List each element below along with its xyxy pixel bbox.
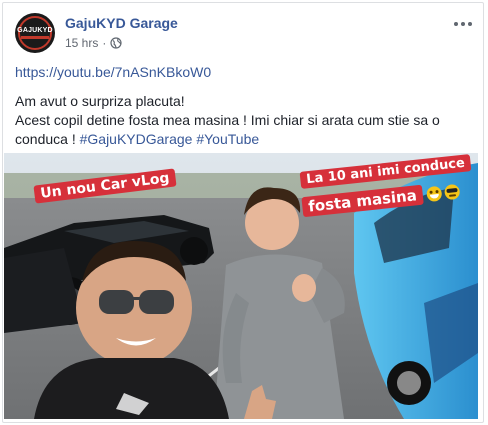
page-name-link[interactable]: GajuKYD Garage (65, 15, 178, 31)
globe-icon[interactable] (110, 37, 122, 49)
hashtag-gajukydgarage[interactable]: #GajuKYDGarage (80, 131, 193, 147)
post-body: https://youtu.be/7nASnKBkoW0 Am avut o s… (15, 63, 475, 149)
post-message: Am avut o surpriza placuta! Acest copil … (15, 92, 475, 149)
more-dot-icon (461, 22, 465, 26)
facebook-post-card: GAJUKYD GajuKYD Garage 15 hrs · https://… (2, 2, 484, 423)
grinning-emoji-icon (425, 185, 443, 202)
message-line-2: Acest copil detine fosta mea masina ! Im… (15, 112, 440, 128)
message-line-1: Am avut o surpriza placuta! (15, 93, 185, 109)
post-header: GAJUKYD GajuKYD Garage 15 hrs · (15, 13, 475, 57)
sunglasses-emoji-icon (443, 183, 461, 200)
more-dot-icon (454, 22, 458, 26)
youtube-link[interactable]: https://youtu.be/7nASnKBkoW0 (15, 64, 211, 80)
more-dot-icon (468, 22, 472, 26)
video-thumbnail[interactable]: Un nou Car vLog La 10 ani imi conduce fo… (4, 153, 478, 419)
post-meta: 15 hrs · (65, 36, 122, 50)
message-line-3: conduca ! (15, 131, 80, 147)
meta-separator: · (102, 36, 107, 50)
post-link-paragraph: https://youtu.be/7nASnKBkoW0 (15, 63, 475, 82)
hashtag-youtube[interactable]: #YouTube (196, 131, 259, 147)
page-avatar[interactable]: GAJUKYD (15, 13, 55, 53)
avatar-stripe (21, 36, 49, 39)
post-timestamp[interactable]: 15 hrs (65, 36, 98, 50)
avatar-logo-text: GAJUKYD (17, 27, 53, 34)
more-options-button[interactable] (451, 15, 475, 33)
